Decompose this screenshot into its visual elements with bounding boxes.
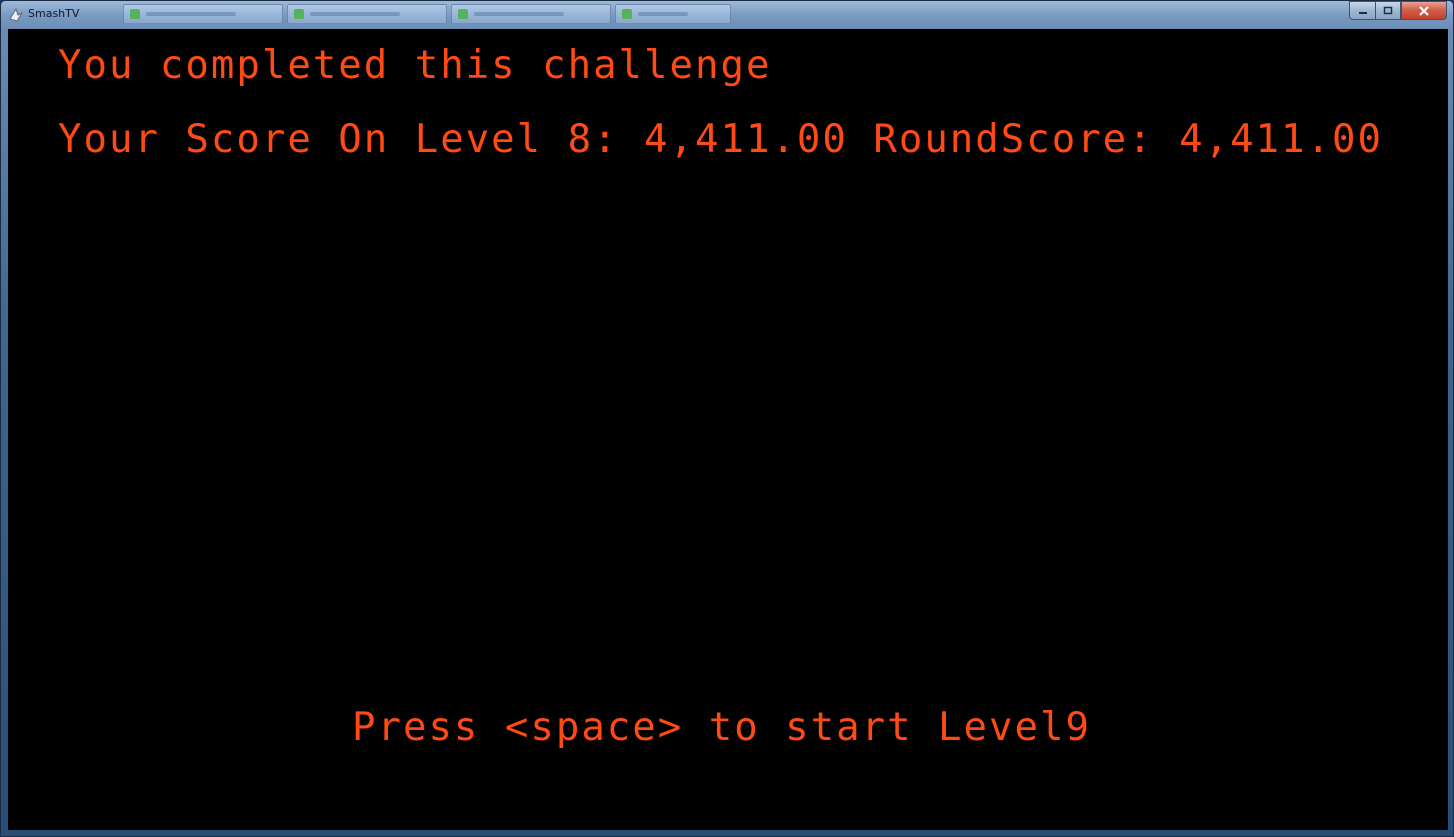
thumbnail-app-icon	[130, 9, 140, 19]
background-thumbnail	[451, 4, 611, 24]
thumbnail-app-icon	[294, 9, 304, 19]
background-window-thumbnails	[123, 4, 731, 24]
window-controls	[1349, 1, 1447, 20]
thumbnail-title-placeholder	[310, 12, 400, 16]
close-icon	[1419, 5, 1429, 16]
thumbnail-title-placeholder	[638, 12, 688, 16]
score-summary: Your Score On Level 8: 4,411.00 RoundSco…	[58, 117, 1383, 162]
thumbnail-title-placeholder	[474, 12, 564, 16]
background-thumbnail	[287, 4, 447, 24]
maximize-icon	[1383, 6, 1393, 14]
close-button[interactable]	[1401, 1, 1447, 20]
minimize-icon	[1358, 11, 1367, 14]
window-title: SmashTV	[28, 7, 80, 20]
thumbnail-app-icon	[622, 9, 632, 19]
maximize-button[interactable]	[1375, 1, 1401, 20]
title-bar[interactable]: SmashTV	[1, 1, 1453, 29]
challenge-completed-message: You completed this challenge	[58, 43, 772, 88]
background-thumbnail	[123, 4, 283, 24]
thumbnail-title-placeholder	[146, 12, 236, 16]
smashtv-app-icon	[9, 7, 24, 22]
start-next-level-prompt: Press <space> to start Level9	[352, 705, 1091, 750]
game-canvas[interactable]: You completed this challenge Your Score …	[8, 29, 1448, 830]
thumbnail-app-icon	[458, 9, 468, 19]
background-thumbnail	[615, 4, 731, 24]
app-window: SmashTV You completed this challenge You…	[0, 0, 1454, 837]
minimize-button[interactable]	[1349, 1, 1375, 20]
